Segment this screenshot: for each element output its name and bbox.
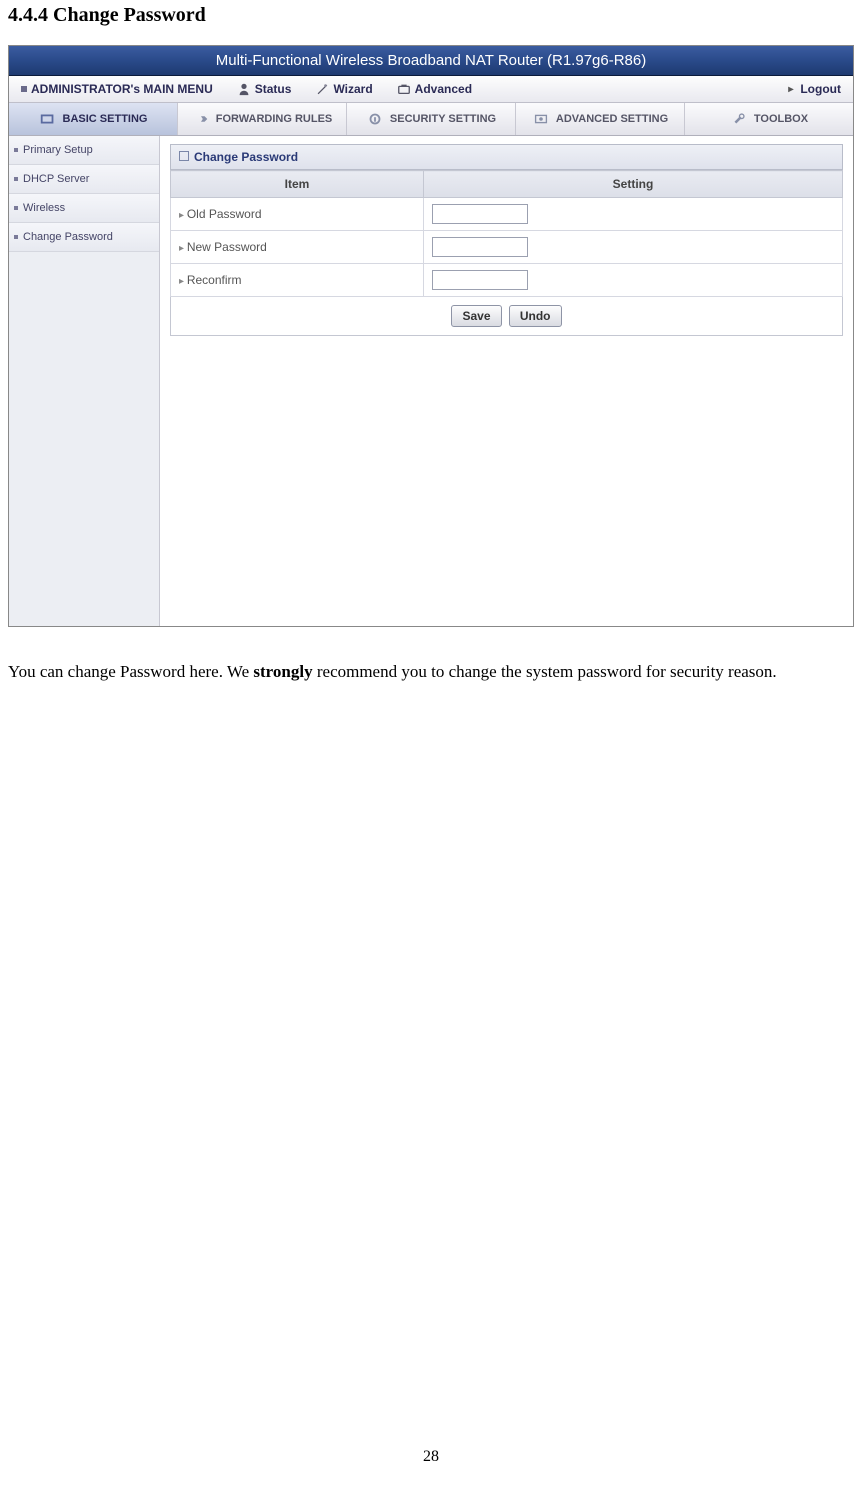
status-icon [237, 82, 251, 96]
logout-label: Logout [800, 82, 841, 96]
security-icon [366, 111, 384, 127]
panel-title: Change Password [170, 144, 843, 170]
wizard-label: Wizard [333, 82, 372, 96]
old-password-cell [424, 198, 843, 231]
table-row: Old Password [171, 198, 843, 231]
advanced-link[interactable]: Advanced [385, 76, 484, 102]
tab-row: BASIC SETTING FORWARDING RULES SECURITY … [9, 103, 853, 136]
table-row: New Password [171, 231, 843, 264]
advanced-icon [397, 82, 411, 96]
tab-toolbox-label: TOOLBOX [754, 113, 808, 125]
tab-advanced-label: ADVANCED SETTING [556, 113, 668, 125]
logout-arrow-icon: ▸ [788, 84, 793, 95]
button-row: Save Undo [170, 297, 843, 336]
forwarding-icon [192, 111, 210, 127]
sidebar-item-wireless[interactable]: Wireless [9, 194, 159, 223]
undo-button[interactable]: Undo [509, 305, 562, 327]
save-button[interactable]: Save [451, 305, 501, 327]
tab-forwarding-label: FORWARDING RULES [216, 113, 333, 125]
reconfirm-input[interactable] [432, 270, 528, 290]
sidebar-item-label: Change Password [23, 231, 113, 243]
new-password-input[interactable] [432, 237, 528, 257]
old-password-label: Old Password [171, 198, 424, 231]
wizard-icon [315, 82, 329, 96]
description-paragraph: You can change Password here. We strongl… [8, 655, 854, 689]
desc-post: recommend you to change the system passw… [313, 662, 777, 681]
section-heading: 4.4.4 Change Password [8, 4, 854, 27]
panel-square-icon [179, 151, 189, 161]
column-header-item: Item [171, 171, 424, 198]
column-header-setting: Setting [424, 171, 843, 198]
sidebar-item-label: Wireless [23, 202, 65, 214]
old-password-input[interactable] [432, 204, 528, 224]
main-menu-label: ADMINISTRATOR's MAIN MENU [9, 76, 225, 102]
toolbox-icon [730, 111, 748, 127]
tab-basic-label: BASIC SETTING [63, 113, 148, 125]
sidebar-item-primary-setup[interactable]: Primary Setup [9, 136, 159, 165]
advanced-label: Advanced [415, 82, 472, 96]
desc-strong: strongly [253, 662, 312, 681]
status-label: Status [255, 82, 292, 96]
bullet-icon [21, 86, 27, 92]
sidebar: Primary Setup DHCP Server Wireless Chang… [9, 136, 160, 626]
sidebar-item-change-password[interactable]: Change Password [9, 223, 159, 252]
new-password-text: New Password [187, 240, 267, 254]
sidebar-item-label: Primary Setup [23, 144, 93, 156]
logout-link[interactable]: ▸ Logout [776, 76, 853, 102]
reconfirm-label: Reconfirm [171, 264, 424, 297]
tab-basic-setting[interactable]: BASIC SETTING [9, 103, 178, 135]
old-password-text: Old Password [187, 207, 262, 221]
reconfirm-cell [424, 264, 843, 297]
desc-pre: You can change Password here. We [8, 662, 253, 681]
tab-security-label: SECURITY SETTING [390, 113, 496, 125]
wizard-link[interactable]: Wizard [303, 76, 384, 102]
tab-forwarding-rules[interactable]: FORWARDING RULES [178, 103, 347, 135]
new-password-label: New Password [171, 231, 424, 264]
sidebar-item-label: DHCP Server [23, 173, 89, 185]
basic-setting-icon [39, 111, 57, 127]
password-form-table: Item Setting Old Password New Password R… [170, 170, 843, 297]
reconfirm-text: Reconfirm [187, 273, 242, 287]
tab-toolbox[interactable]: TOOLBOX [685, 103, 853, 135]
main-menu-text: ADMINISTRATOR's MAIN MENU [31, 82, 213, 96]
content-area: Change Password Item Setting Old Passwor… [160, 136, 853, 626]
tab-security-setting[interactable]: SECURITY SETTING [347, 103, 516, 135]
new-password-cell [424, 231, 843, 264]
advanced-setting-icon [532, 111, 550, 127]
window-title: Multi-Functional Wireless Broadband NAT … [9, 46, 853, 76]
top-menu: ADMINISTRATOR's MAIN MENU Status Wizard … [9, 76, 853, 103]
router-admin-screenshot: Multi-Functional Wireless Broadband NAT … [8, 45, 854, 627]
status-link[interactable]: Status [225, 76, 304, 102]
page-number: 28 [0, 1448, 862, 1466]
tab-advanced-setting[interactable]: ADVANCED SETTING [516, 103, 685, 135]
table-row: Reconfirm [171, 264, 843, 297]
panel-title-text: Change Password [194, 150, 298, 164]
sidebar-item-dhcp-server[interactable]: DHCP Server [9, 165, 159, 194]
